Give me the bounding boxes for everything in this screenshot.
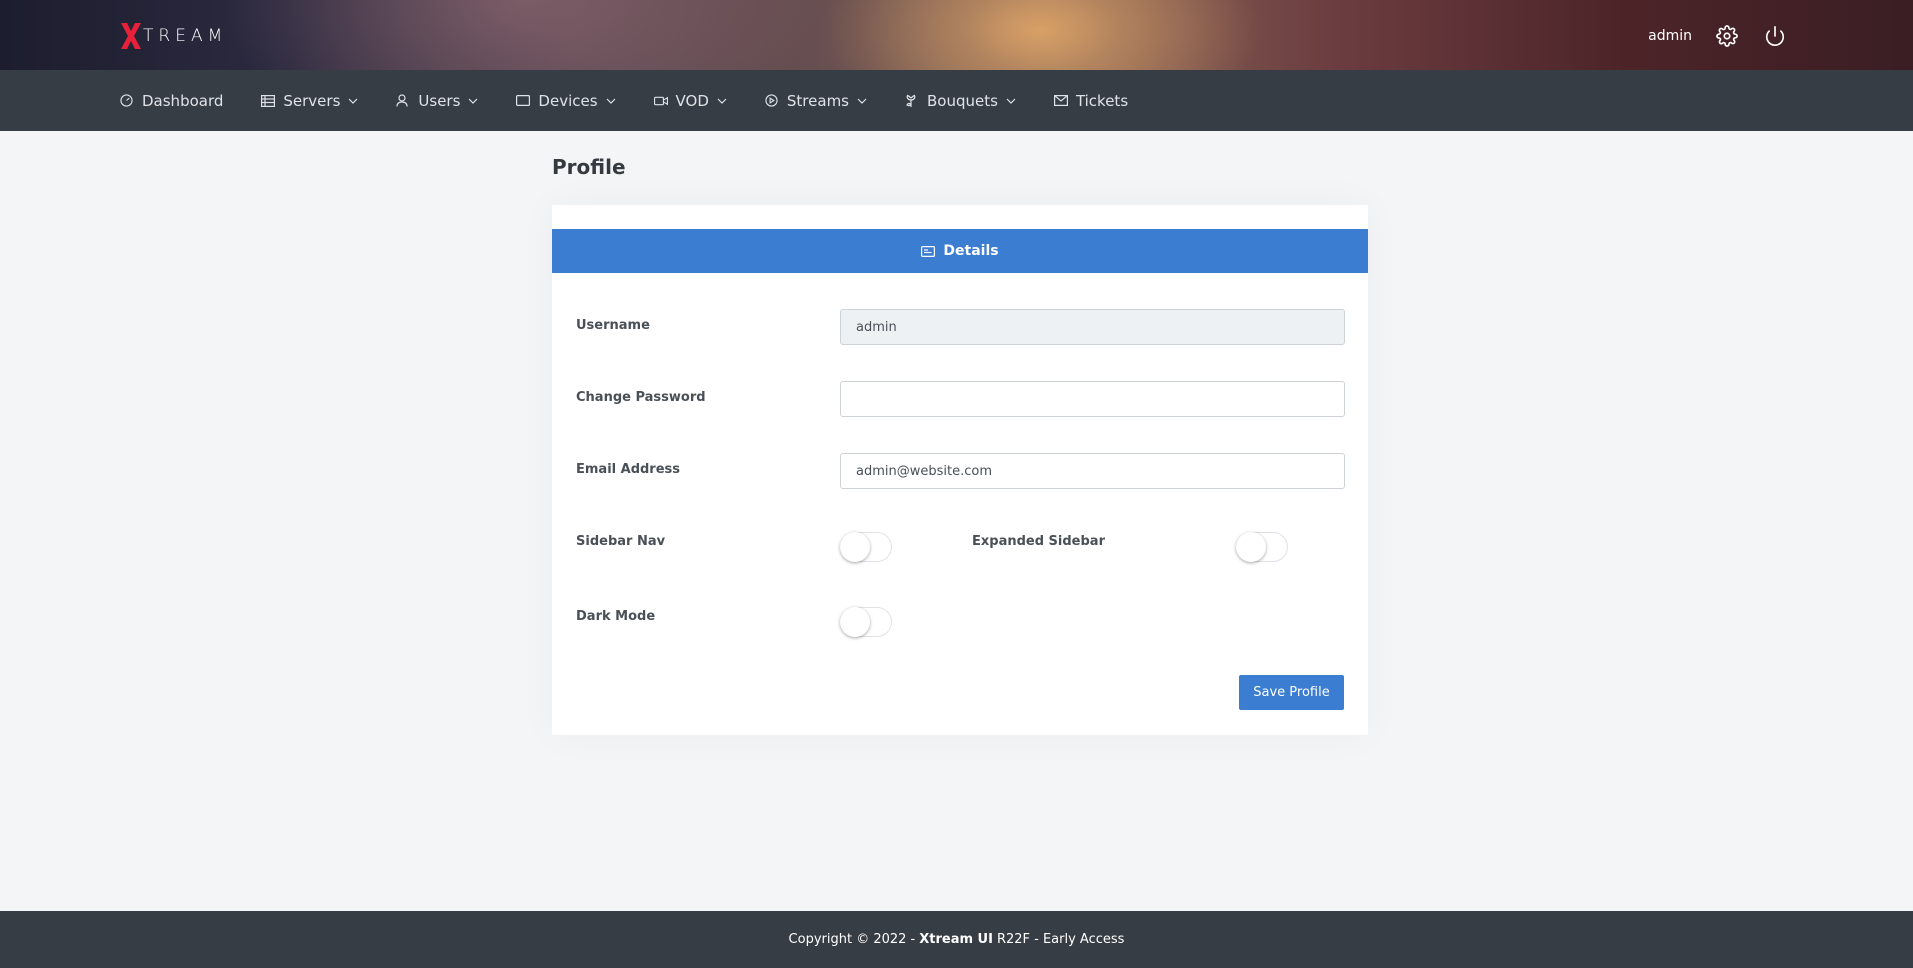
flower-icon — [905, 94, 919, 108]
server-list-icon — [261, 94, 276, 108]
current-username[interactable]: admin — [1648, 28, 1692, 44]
user-icon — [396, 94, 410, 108]
nav-label: Tickets — [1075, 91, 1129, 110]
nav-label: Users — [418, 91, 461, 110]
tab-label: Details — [943, 243, 999, 259]
toggle-knob — [1236, 532, 1266, 562]
chevron-down-icon — [348, 96, 358, 106]
footer-brand: Xtream UI — [919, 932, 993, 947]
nav-item-devices[interactable]: Devices — [516, 92, 615, 110]
chevron-down-icon — [606, 96, 616, 106]
nav-label: Servers — [283, 91, 341, 110]
chevron-down-icon — [717, 96, 727, 106]
video-camera-icon — [653, 94, 668, 108]
profile-card: Details Username Change Password Email A… — [552, 205, 1368, 735]
header-actions: admin — [1648, 22, 1788, 50]
chevron-down-icon — [857, 96, 867, 106]
id-card-icon — [921, 244, 936, 258]
change-password-label: Change Password — [576, 390, 706, 405]
toggle-knob — [840, 607, 870, 637]
envelope-icon — [1053, 94, 1068, 108]
xtream-logo[interactable]: TREAM — [120, 22, 227, 50]
expanded-sidebar-toggle[interactable] — [1236, 532, 1288, 562]
nav-items: Dashboard Servers Users Devices VOD Stre… — [120, 70, 1166, 131]
sidebar-nav-toggle[interactable] — [840, 532, 892, 562]
nav-item-servers[interactable]: Servers — [261, 92, 358, 110]
sidebar-nav-label: Sidebar Nav — [576, 534, 666, 549]
nav-item-tickets[interactable]: Tickets — [1053, 91, 1129, 110]
nav-label: VOD — [675, 91, 709, 110]
change-password-input[interactable] — [840, 381, 1345, 417]
settings-gear-icon[interactable] — [1714, 23, 1740, 49]
footer: Copyright © 2022 - Xtream UI R22F - Earl… — [0, 911, 1913, 968]
nav-label: Bouquets — [927, 91, 998, 110]
save-profile-button[interactable]: Save Profile — [1239, 675, 1344, 710]
logo-text: TREAM — [143, 26, 228, 46]
nav-item-users[interactable]: Users — [396, 92, 478, 110]
dark-mode-toggle[interactable] — [840, 607, 892, 637]
tablet-icon — [516, 94, 531, 108]
email-input[interactable] — [840, 453, 1345, 489]
username-input[interactable] — [840, 309, 1345, 345]
nav-item-vod[interactable]: VOD — [653, 91, 727, 110]
expanded-sidebar-label: Expanded Sidebar — [972, 534, 1105, 549]
email-label: Email Address — [576, 462, 681, 477]
logo-x-mark — [121, 23, 141, 49]
main-navbar: Dashboard Servers Users Devices VOD Stre… — [0, 70, 1913, 131]
username-label: Username — [576, 318, 650, 333]
toggle-knob — [840, 532, 870, 562]
footer-version: R22F - Early Access — [996, 932, 1125, 947]
tab-details[interactable]: Details — [552, 229, 1368, 273]
chevron-down-icon — [1006, 96, 1016, 106]
play-circle-icon — [765, 94, 779, 108]
gauge-icon — [120, 94, 134, 108]
nav-item-bouquets[interactable]: Bouquets — [905, 92, 1016, 110]
footer-copyright: Copyright © 2022 - — [788, 932, 916, 947]
nav-label: Devices — [538, 91, 598, 110]
page-title: Profile — [552, 155, 626, 179]
top-header: TREAM admin — [0, 0, 1913, 70]
chevron-down-icon — [468, 96, 478, 106]
dark-mode-label: Dark Mode — [576, 609, 656, 624]
nav-label: Dashboard — [142, 91, 224, 110]
nav-item-dashboard[interactable]: Dashboard — [120, 92, 223, 110]
nav-item-streams[interactable]: Streams — [765, 92, 867, 110]
nav-label: Streams — [786, 91, 849, 110]
power-icon[interactable] — [1762, 23, 1788, 49]
